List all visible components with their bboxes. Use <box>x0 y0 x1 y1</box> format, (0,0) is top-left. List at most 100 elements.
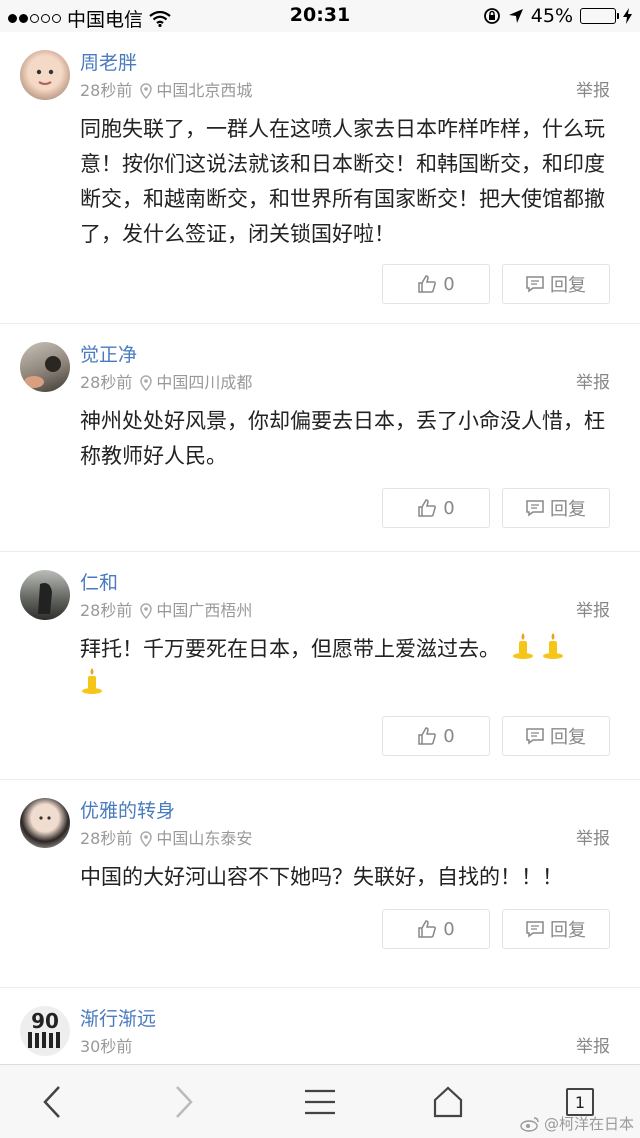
tab-count: 1 <box>574 1092 586 1112</box>
comment-bubble-icon <box>526 921 544 938</box>
reply-button[interactable]: 回复 <box>502 716 610 756</box>
weibo-logo-icon <box>520 1116 539 1132</box>
location-text: 中国北京西城 <box>156 81 253 100</box>
comment-actions: 0 回复 <box>80 264 610 304</box>
like-count: 0 <box>443 918 455 940</box>
reply-label: 回复 <box>550 920 586 941</box>
svg-text:90: 90 <box>31 1009 59 1033</box>
username[interactable]: 渐行渐远 <box>80 1004 610 1034</box>
home-button[interactable] <box>408 1065 488 1138</box>
comment-item: 优雅的转身 28秒前 中国山东泰安 举报 中国的大好河山容不下她吗？失联好，自找… <box>0 780 640 988</box>
battery-percent: 45% <box>530 5 573 27</box>
comment-meta: 28秒前 中国四川成都 举报 <box>80 370 610 396</box>
comment-text-body: 拜托！千万要死在日本，但愿带上爱滋过去。 <box>80 637 500 661</box>
comment-actions: 0 回复 <box>80 716 610 756</box>
wifi-icon <box>149 10 171 27</box>
location-text: 中国四川成都 <box>156 373 253 392</box>
thumbs-up-icon <box>418 920 437 938</box>
reply-button[interactable]: 回复 <box>502 264 610 304</box>
reply-button[interactable]: 回复 <box>502 909 610 949</box>
location-pin-icon <box>140 603 153 619</box>
comment-bubble-icon <box>526 500 544 517</box>
candle-emoji-icon <box>80 667 104 695</box>
watermark: @柯洋在日本 <box>520 1113 634 1134</box>
location: 中国山东泰安 <box>140 826 252 852</box>
comment-item: 周老胖 28秒前 中国北京西城 举报 同胞失联了，一群人在这喷人家去日本咋样咋样… <box>0 32 640 324</box>
comment-time: 28秒前 <box>80 601 133 620</box>
candle-emoji-icon <box>541 632 565 660</box>
location-pin-icon <box>140 83 153 99</box>
comment-meta: 30秒前 举报 <box>80 1034 610 1060</box>
username[interactable]: 周老胖 <box>80 48 610 78</box>
carrier-label: 中国电信 <box>67 9 144 31</box>
comment-text: 中国的大好河山容不下她吗？失联好，自找的！！！ <box>80 865 563 889</box>
avatar[interactable] <box>20 50 70 100</box>
report-button[interactable]: 举报 <box>576 826 610 852</box>
comment-actions: 0 回复 <box>80 909 610 949</box>
report-button[interactable]: 举报 <box>576 598 610 624</box>
avatar[interactable]: 90 <box>20 1006 70 1056</box>
like-button[interactable]: 0 <box>382 909 490 949</box>
watermark-text: @柯洋在日本 <box>543 1115 634 1133</box>
report-button[interactable]: 举报 <box>576 1034 610 1060</box>
signal-dots-icon <box>8 14 61 23</box>
comment-time: 28秒前 <box>80 81 133 100</box>
username[interactable]: 优雅的转身 <box>80 796 610 826</box>
back-icon <box>43 1086 60 1118</box>
tabs-icon: 1 <box>566 1088 594 1116</box>
reply-button[interactable]: 回复 <box>502 488 610 528</box>
location: 中国四川成都 <box>140 370 252 396</box>
forward-button[interactable] <box>144 1065 224 1138</box>
home-icon <box>433 1086 463 1118</box>
report-button[interactable]: 举报 <box>576 370 610 396</box>
comment-bubble-icon <box>526 276 544 293</box>
like-count: 0 <box>443 497 455 519</box>
like-button[interactable]: 0 <box>382 716 490 756</box>
reply-label: 回复 <box>550 275 586 296</box>
comment-bubble-icon <box>526 728 544 745</box>
avatar[interactable] <box>20 570 70 620</box>
thumbs-up-icon <box>418 499 437 517</box>
back-button[interactable] <box>12 1065 92 1138</box>
like-button[interactable]: 0 <box>382 488 490 528</box>
like-button[interactable]: 0 <box>382 264 490 304</box>
location-text: 中国广西梧州 <box>156 601 253 620</box>
username[interactable]: 仁和 <box>80 568 610 598</box>
browser-toolbar: 1 @柯洋在日本 <box>0 1064 640 1138</box>
location: 中国北京西城 <box>140 78 252 104</box>
reply-label: 回复 <box>550 727 586 748</box>
comment-item: 仁和 28秒前 中国广西梧州 举报 拜托！千万要死在日本，但愿带上爱滋过去。 0 <box>0 552 640 780</box>
comment-actions: 0 回复 <box>80 488 610 528</box>
reply-label: 回复 <box>550 499 586 520</box>
report-button[interactable]: 举报 <box>576 78 610 104</box>
thumbs-up-icon <box>418 275 437 293</box>
avatar[interactable] <box>20 342 70 392</box>
rotation-lock-icon <box>483 8 500 24</box>
forward-icon <box>176 1086 193 1118</box>
comment-time: 28秒前 <box>80 373 133 392</box>
comment-text: 拜托！千万要死在日本，但愿带上爱滋过去。 <box>80 632 610 702</box>
comment-text: 同胞失联了，一群人在这喷人家去日本咋样咋样，什么玩意！按你们这说法就该和日本断交… <box>80 117 605 246</box>
menu-icon <box>305 1089 335 1115</box>
location-arrow-icon <box>508 9 523 23</box>
comment-meta: 28秒前 中国广西梧州 举报 <box>80 598 610 624</box>
comment-item: 90 渐行渐远 30秒前 举报 <box>0 988 640 1064</box>
location-text: 中国山东泰安 <box>156 829 253 848</box>
thumbs-up-icon <box>418 727 437 745</box>
comment-time: 28秒前 <box>80 829 133 848</box>
status-bar: 中国电信 20:31 45% <box>0 0 640 32</box>
charging-bolt-icon <box>623 8 632 24</box>
comment-text: 神州处处好风景，你却偏要去日本，丢了小命没人惜，枉称教师好人民。 <box>80 409 605 468</box>
comment-meta: 28秒前 中国山东泰安 举报 <box>80 826 610 852</box>
avatar[interactable] <box>20 798 70 848</box>
location: 中国广西梧州 <box>140 598 252 624</box>
like-count: 0 <box>443 273 455 295</box>
location-pin-icon <box>140 831 153 847</box>
username[interactable]: 觉正净 <box>80 340 610 370</box>
comment-time: 30秒前 <box>80 1037 133 1056</box>
menu-button[interactable] <box>280 1065 360 1138</box>
location-pin-icon <box>140 375 153 391</box>
comment-list: 周老胖 28秒前 中国北京西城 举报 同胞失联了，一群人在这喷人家去日本咋样咋样… <box>0 32 640 1064</box>
candle-emoji-icon <box>511 632 535 660</box>
comment-meta: 28秒前 中国北京西城 举报 <box>80 78 610 104</box>
